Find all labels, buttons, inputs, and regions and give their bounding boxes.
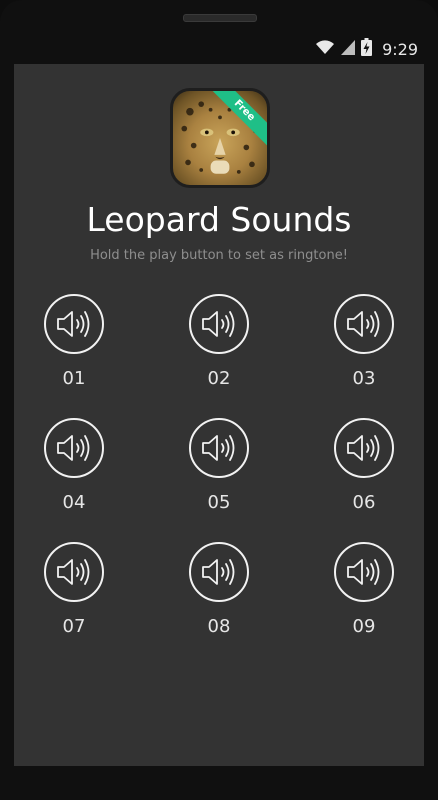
sound-item-09: 09 xyxy=(324,542,404,637)
sound-item-08: 08 xyxy=(179,542,259,637)
sound-label: 05 xyxy=(207,492,231,513)
app-screen: Free Leopard Sounds Hold the play button… xyxy=(14,64,424,766)
sound-label: 03 xyxy=(352,368,376,389)
status-bar: 9:29 xyxy=(14,36,424,62)
sound-label: 06 xyxy=(352,492,376,513)
play-sound-button[interactable] xyxy=(334,418,394,478)
instruction-text: Hold the play button to set as ringtone! xyxy=(90,248,348,263)
phone-frame: 9:29 Free Leopard Sounds Hold the play b… xyxy=(0,0,438,800)
sound-item-05: 05 xyxy=(179,418,259,513)
sound-item-07: 07 xyxy=(34,542,114,637)
speaker-icon xyxy=(57,311,90,337)
speaker-icon xyxy=(347,435,380,461)
speaker-icon xyxy=(57,559,90,585)
play-sound-button[interactable] xyxy=(334,542,394,602)
speaker-icon xyxy=(202,559,235,585)
sound-item-04: 04 xyxy=(34,418,114,513)
sound-label: 08 xyxy=(207,616,231,637)
speaker-icon xyxy=(347,311,380,337)
speaker-icon xyxy=(347,559,380,585)
sound-label: 01 xyxy=(62,368,86,389)
play-sound-button[interactable] xyxy=(189,542,249,602)
sound-item-03: 03 xyxy=(324,294,404,389)
sound-label: 02 xyxy=(207,368,231,389)
battery-charging-icon xyxy=(361,38,373,60)
app-title: Leopard Sounds xyxy=(86,200,352,239)
status-time: 9:29 xyxy=(382,39,418,59)
sound-label: 07 xyxy=(62,616,86,637)
play-sound-button[interactable] xyxy=(189,418,249,478)
play-sound-button[interactable] xyxy=(44,542,104,602)
wifi-icon xyxy=(315,39,335,59)
sound-label: 04 xyxy=(62,492,86,513)
play-sound-button[interactable] xyxy=(189,294,249,354)
play-sound-button[interactable] xyxy=(334,294,394,354)
speaker-icon xyxy=(57,435,90,461)
leopard-image xyxy=(181,101,259,174)
bottom-bezel xyxy=(0,766,438,800)
app-icon: Free xyxy=(170,88,270,188)
sound-label: 09 xyxy=(352,616,376,637)
signal-icon xyxy=(341,39,356,59)
speaker-slot xyxy=(183,14,257,22)
sound-item-01: 01 xyxy=(34,294,114,389)
speaker-icon xyxy=(202,311,235,337)
play-sound-button[interactable] xyxy=(44,294,104,354)
speaker-icon xyxy=(202,435,235,461)
play-sound-button[interactable] xyxy=(44,418,104,478)
sound-item-02: 02 xyxy=(179,294,259,389)
sound-item-06: 06 xyxy=(324,418,404,513)
